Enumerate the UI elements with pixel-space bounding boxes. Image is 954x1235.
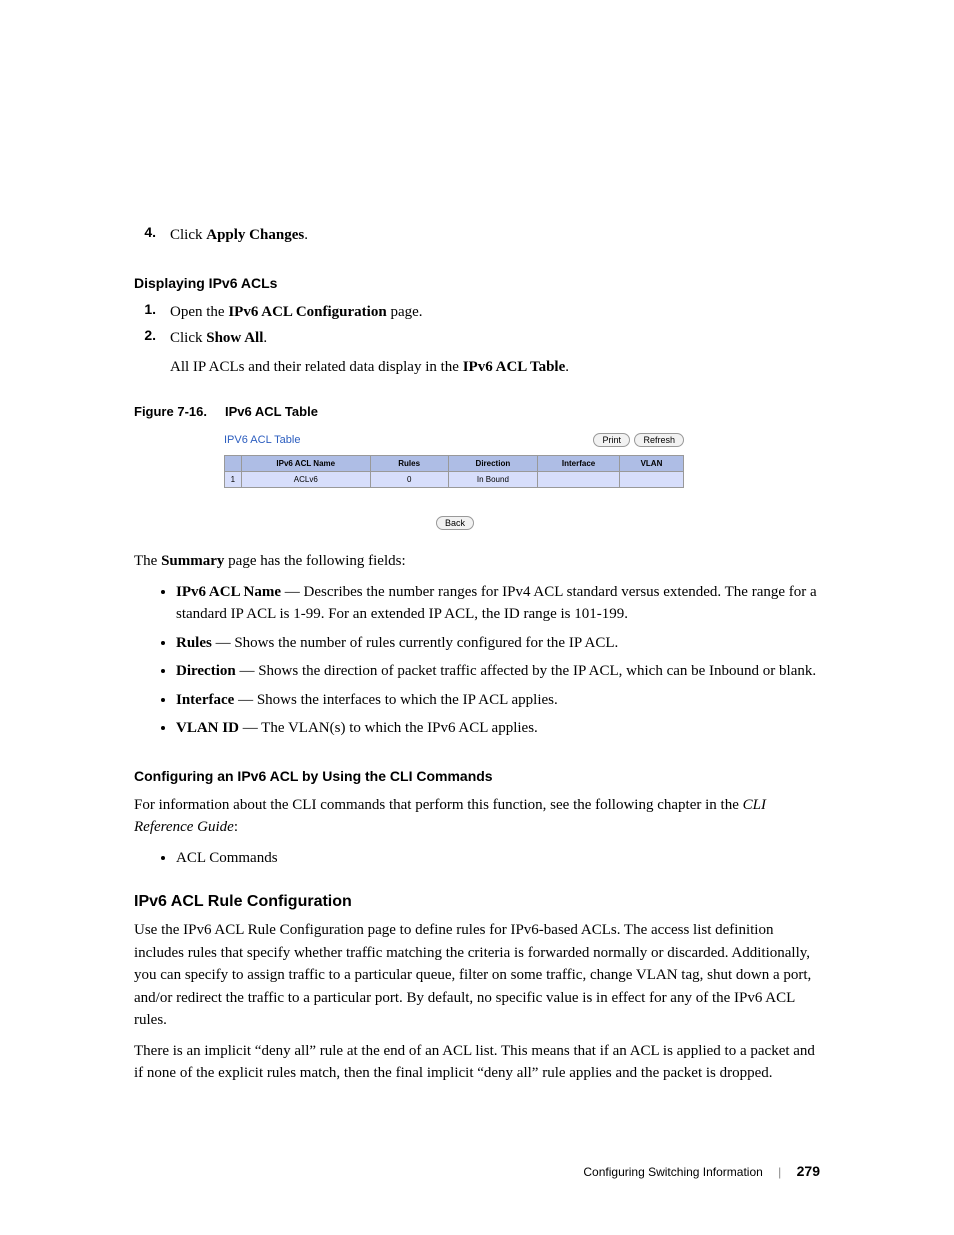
step-2: 2. Click Show All. All IP ACLs and their… — [134, 327, 820, 378]
field-desc: — Shows the direction of packet traffic … — [236, 663, 816, 679]
step-2-sub-prefix: All IP ACLs and their related data displ… — [170, 359, 463, 375]
step-4-number: 4. — [134, 224, 156, 247]
col-header-direction: Direction — [449, 456, 538, 472]
rule-p1: Use the IPv6 ACL Rule Configuration page… — [134, 919, 820, 1032]
field-name: VLAN ID — [176, 720, 239, 736]
step-1-suffix: page. — [387, 304, 423, 320]
step-2-sub-suffix: . — [565, 359, 569, 375]
step-2-suffix: . — [263, 330, 267, 346]
step-2-sub: All IP ACLs and their related data displ… — [170, 356, 820, 379]
acl-table: 1 IPv6 ACL Name ACLv6 Rules 0 Direction … — [224, 455, 684, 488]
rule-config-heading: IPv6 ACL Rule Configuration — [134, 893, 820, 911]
step-4-text: Click Apply Changes. — [170, 224, 820, 247]
field-desc: — Shows the number of rules currently co… — [212, 635, 618, 651]
cell-direction: In Bound — [449, 472, 538, 487]
field-name: Direction — [176, 663, 236, 679]
print-button[interactable]: Print — [593, 433, 630, 447]
footer-page-number: 279 — [797, 1163, 820, 1179]
figure-number: Figure 7-16. — [134, 404, 207, 419]
cli-text-suffix: : — [234, 819, 238, 835]
step-2-number: 2. — [134, 327, 156, 378]
footer-section: Configuring Switching Information — [583, 1165, 762, 1179]
col-header-name: IPv6 ACL Name — [242, 456, 370, 472]
field-name: Interface — [176, 692, 234, 708]
step-4: 4. Click Apply Changes. — [134, 224, 820, 247]
field-list: IPv6 ACL Name — Describes the number ran… — [134, 581, 820, 740]
field-item: Rules — Shows the number of rules curren… — [176, 632, 820, 655]
cell-name: ACLv6 — [242, 472, 370, 487]
field-item: Interface — Shows the interfaces to whic… — [176, 689, 820, 712]
field-desc: — The VLAN(s) to which the IPv6 ACL appl… — [239, 720, 538, 736]
figure-caption: Figure 7-16. IPv6 ACL Table — [134, 404, 820, 419]
field-name: IPv6 ACL Name — [176, 584, 281, 600]
summary-prefix: The — [134, 553, 161, 569]
page-footer: Configuring Switching Information | 279 — [583, 1163, 820, 1179]
summary-suffix: page has the following fields: — [224, 553, 405, 569]
cli-text: For information about the CLI commands t… — [134, 794, 820, 839]
col-header-interface: Interface — [538, 456, 619, 472]
field-name: Rules — [176, 635, 212, 651]
acl-table-title: IPV6 ACL Table — [224, 434, 300, 446]
step-1-text: Open the IPv6 ACL Configuration page. — [170, 301, 820, 324]
step-4-prefix: Click — [170, 227, 206, 243]
step-4-suffix: . — [304, 227, 308, 243]
cli-bullets: ACL Commands — [134, 847, 820, 870]
cell-vlan — [620, 472, 683, 487]
cli-bullet-item: ACL Commands — [176, 847, 820, 870]
cell-interface — [538, 472, 619, 487]
field-item: IPv6 ACL Name — Describes the number ran… — [176, 581, 820, 626]
step-1-bold: IPv6 ACL Configuration — [228, 304, 386, 320]
figure-title: IPv6 ACL Table — [225, 404, 318, 419]
step-2-bold: Show All — [206, 330, 263, 346]
step-4-bold: Apply Changes — [206, 227, 304, 243]
field-item: VLAN ID — The VLAN(s) to which the IPv6 … — [176, 717, 820, 740]
step-2-prefix: Click — [170, 330, 206, 346]
back-button[interactable]: Back — [436, 516, 474, 530]
cell-rules: 0 — [371, 472, 448, 487]
step-1: 1. Open the IPv6 ACL Configuration page. — [134, 301, 820, 324]
field-item: Direction — Shows the direction of packe… — [176, 660, 820, 683]
footer-separator: | — [778, 1165, 781, 1179]
step-1-prefix: Open the — [170, 304, 228, 320]
displaying-heading: Displaying IPv6 ACLs — [134, 275, 820, 291]
rule-p2: There is an implicit “deny all” rule at … — [134, 1040, 820, 1085]
col-header-index — [225, 456, 241, 472]
field-desc: — Shows the interfaces to which the IP A… — [234, 692, 557, 708]
summary-bold: Summary — [161, 553, 224, 569]
summary-intro: The Summary page has the following field… — [134, 550, 820, 573]
step-2-text: Click Show All. All IP ACLs and their re… — [170, 327, 820, 378]
step-2-sub-bold: IPv6 ACL Table — [463, 359, 566, 375]
col-header-rules: Rules — [371, 456, 448, 472]
refresh-button[interactable]: Refresh — [634, 433, 684, 447]
cli-text-prefix: For information about the CLI commands t… — [134, 797, 743, 813]
step-1-number: 1. — [134, 301, 156, 324]
cli-heading: Configuring an IPv6 ACL by Using the CLI… — [134, 768, 820, 784]
col-header-vlan: VLAN — [620, 456, 683, 472]
cell-index: 1 — [225, 472, 241, 487]
figure-ipv6-acl-table: IPV6 ACL Table Print Refresh 1 IPv6 ACL … — [224, 433, 820, 530]
